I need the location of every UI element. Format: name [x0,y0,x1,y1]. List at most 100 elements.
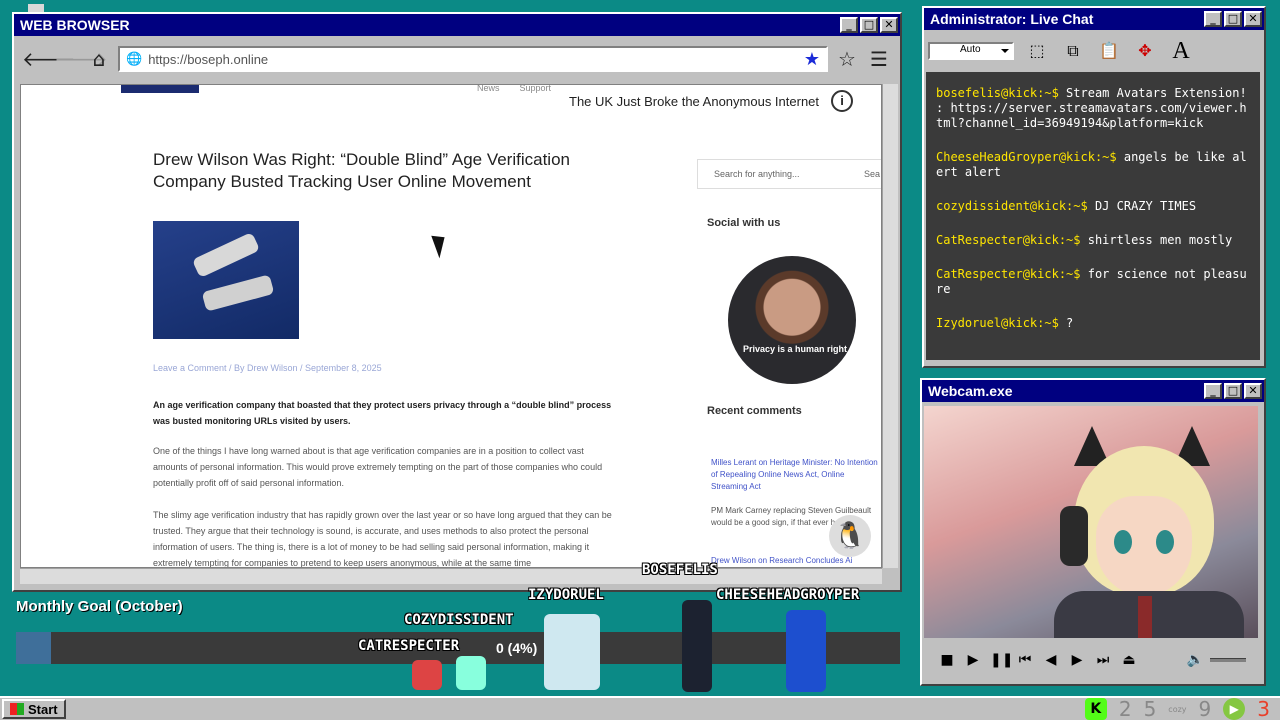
search-button[interactable]: Sea [864,169,880,179]
menu-icon[interactable]: ☰ [866,46,892,72]
chat-toolbar: Auto ⬚ ⧉ 📋 ✥ A [924,30,1264,72]
nav-news[interactable]: News [477,85,500,93]
font-icon[interactable]: A [1168,38,1194,64]
article-paragraph: One of the things I have long warned abo… [153,446,603,488]
mouse-cursor-icon [431,231,451,259]
sidebar-search-input[interactable]: Search for anything... Sea [697,159,881,189]
info-icon[interactable]: i [831,90,854,112]
globe-icon: 🌐 [126,51,143,66]
search-placeholder: Search for anything... [714,169,800,179]
chat-message: Izydoruel@kick:~$ ? [936,316,1250,331]
vertical-scrollbar[interactable] [882,84,898,568]
chat-title: Administrator: Live Chat [930,11,1094,27]
media-controls: ■ ▶ ❚❚ ⏮ ◀ ▶ ⏭ ⏏ 🔈 [928,644,1256,676]
avatar-eye [1114,530,1132,554]
security-camera-graphic [191,231,261,279]
system-tray: K 2 5 cozy 9 ▶ 3 [1084,697,1278,720]
chat-titlebar[interactable]: Administrator: Live Chat _ □ ✕ [924,8,1264,30]
address-bar[interactable]: 🌐 https://boseph.online ★ [118,46,828,72]
maximize-button[interactable]: □ [1224,383,1242,399]
volume-icon[interactable]: 🔈 [1187,652,1204,668]
monthly-goal-text: 0 (4%) [496,640,538,656]
chat-message: CatRespecter@kick:~$ shirtless men mostl… [936,233,1250,248]
fast-forward-icon[interactable]: ▶ [1068,652,1086,668]
recent-comments-heading: Recent comments [707,405,802,417]
maximize-button[interactable]: □ [1224,11,1242,27]
minimize-button[interactable]: _ [1204,11,1222,27]
font-size-select[interactable]: Auto [928,42,1014,60]
social-heading: Social with us [707,217,781,229]
chat-username: CheeseHeadGroyper@kick:~$ [936,150,1117,164]
chat-message: bosefelis@kick:~$ Stream Avatars Extensi… [936,86,1250,131]
paste-icon[interactable]: 📋 [1096,38,1122,64]
chat-message: CatRespecter@kick:~$ for science not ple… [936,267,1250,297]
avatar-tie [1138,596,1152,638]
back-icon[interactable]: 🡐 [22,46,76,72]
minimize-button[interactable]: _ [840,17,858,33]
rumble-icon[interactable]: ▶ [1223,698,1246,720]
live-chat-window: Administrator: Live Chat _ □ ✕ Auto ⬚ ⧉ … [922,6,1266,368]
chat-text: DJ CRAZY TIMES [1087,199,1197,213]
avatar-sprite [456,656,486,690]
close-button[interactable]: ✕ [1244,11,1262,27]
chat-message: CheeseHeadGroyper@kick:~$ angels be like… [936,150,1250,180]
article-paragraph: The slimy age verification industry that… [153,510,612,568]
browser-title: WEB BROWSER [20,17,130,33]
security-camera-graphic [201,274,275,312]
home-icon[interactable]: ⌂ [86,46,112,72]
eject-icon[interactable]: ⏏ [1120,652,1138,668]
close-button[interactable]: ✕ [1244,383,1262,399]
article-title: Drew Wilson Was Right: “Double Blind” Ag… [153,150,570,191]
avatar-sprite [412,660,442,690]
headphone-graphic [1060,506,1088,566]
article-meta[interactable]: Leave a Comment / By Drew Wilson / Septe… [153,363,382,373]
move-icon[interactable]: ✥ [1132,38,1158,64]
cozy-icon[interactable]: cozy [1168,705,1186,714]
tray-count: 5 [1143,697,1157,720]
browser-toolbar: 🡐 🡒 ⌂ 🌐 https://boseph.online ★ ☆ ☰ [14,36,900,82]
play-icon[interactable]: ▶ [964,652,982,668]
browser-titlebar[interactable]: WEB BROWSER _ □ ✕ [14,14,900,36]
site-logo[interactable] [121,85,199,93]
forward-icon[interactable]: 🡒 [54,46,108,72]
webcam-titlebar[interactable]: Webcam.exe _ □ ✕ [922,380,1264,402]
volume-slider[interactable] [1210,658,1246,662]
skip-back-icon[interactable]: ⏮ [1016,652,1034,668]
avatar-sprite [786,610,826,692]
site-nav: News Support [477,85,552,93]
skip-forward-icon[interactable]: ⏭ [1094,652,1112,668]
minimize-button[interactable]: _ [1204,383,1222,399]
rewind-icon[interactable]: ◀ [1042,652,1060,668]
vtuber-avatar-view [924,406,1258,638]
web-browser-window: WEB BROWSER _ □ ✕ 🡐 🡒 ⌂ 🌐 https://boseph… [12,12,902,592]
avatar-nametag: CHEESEHEADGROYPER [716,587,860,603]
banner-text: The UK Just Broke the Anonymous Internet [569,93,820,109]
chat-username: Izydoruel@kick:~$ [936,316,1059,330]
start-button[interactable]: Start [2,699,66,719]
tray-count: 9 [1198,697,1212,720]
monthly-goal-title: Monthly Goal (October) [16,598,183,615]
favorites-icon[interactable]: ☆ [834,46,860,72]
copy-icon[interactable]: ⧉ [1060,38,1086,64]
recent-comment[interactable]: Milles Lerant on Heritage Minister: No I… [711,457,881,493]
pause-icon[interactable]: ❚❚ [990,652,1013,668]
avatar-eye [1156,530,1174,554]
start-label: Start [28,701,58,717]
kick-icon[interactable]: K [1084,698,1107,720]
chat-log[interactable]: bosefelis@kick:~$ Stream Avatars Extensi… [926,72,1260,360]
tray-count: 3 [1257,697,1270,720]
chat-username: cozydissident@kick:~$ [936,199,1088,213]
stop-icon[interactable]: ■ [938,652,956,668]
avatar-nametag: CATRESPECTER [358,638,460,654]
nav-support[interactable]: Support [520,85,552,93]
maximize-button[interactable]: □ [860,17,878,33]
avatar-nametag: IZYDORUEL [528,587,604,603]
horizontal-scrollbar[interactable] [20,568,882,584]
chat-username: CatRespecter@kick:~$ [936,267,1081,281]
streamer-facecam: Privacy is a human right [725,253,859,387]
close-button[interactable]: ✕ [880,17,898,33]
recent-comment[interactable]: Drew Wilson on Research Concludes Ai [711,555,881,567]
select-icon[interactable]: ⬚ [1024,38,1050,64]
page-viewport[interactable]: News Support The UK Just Broke the Anony… [20,84,882,568]
bookmark-star-icon[interactable]: ★ [804,49,820,70]
